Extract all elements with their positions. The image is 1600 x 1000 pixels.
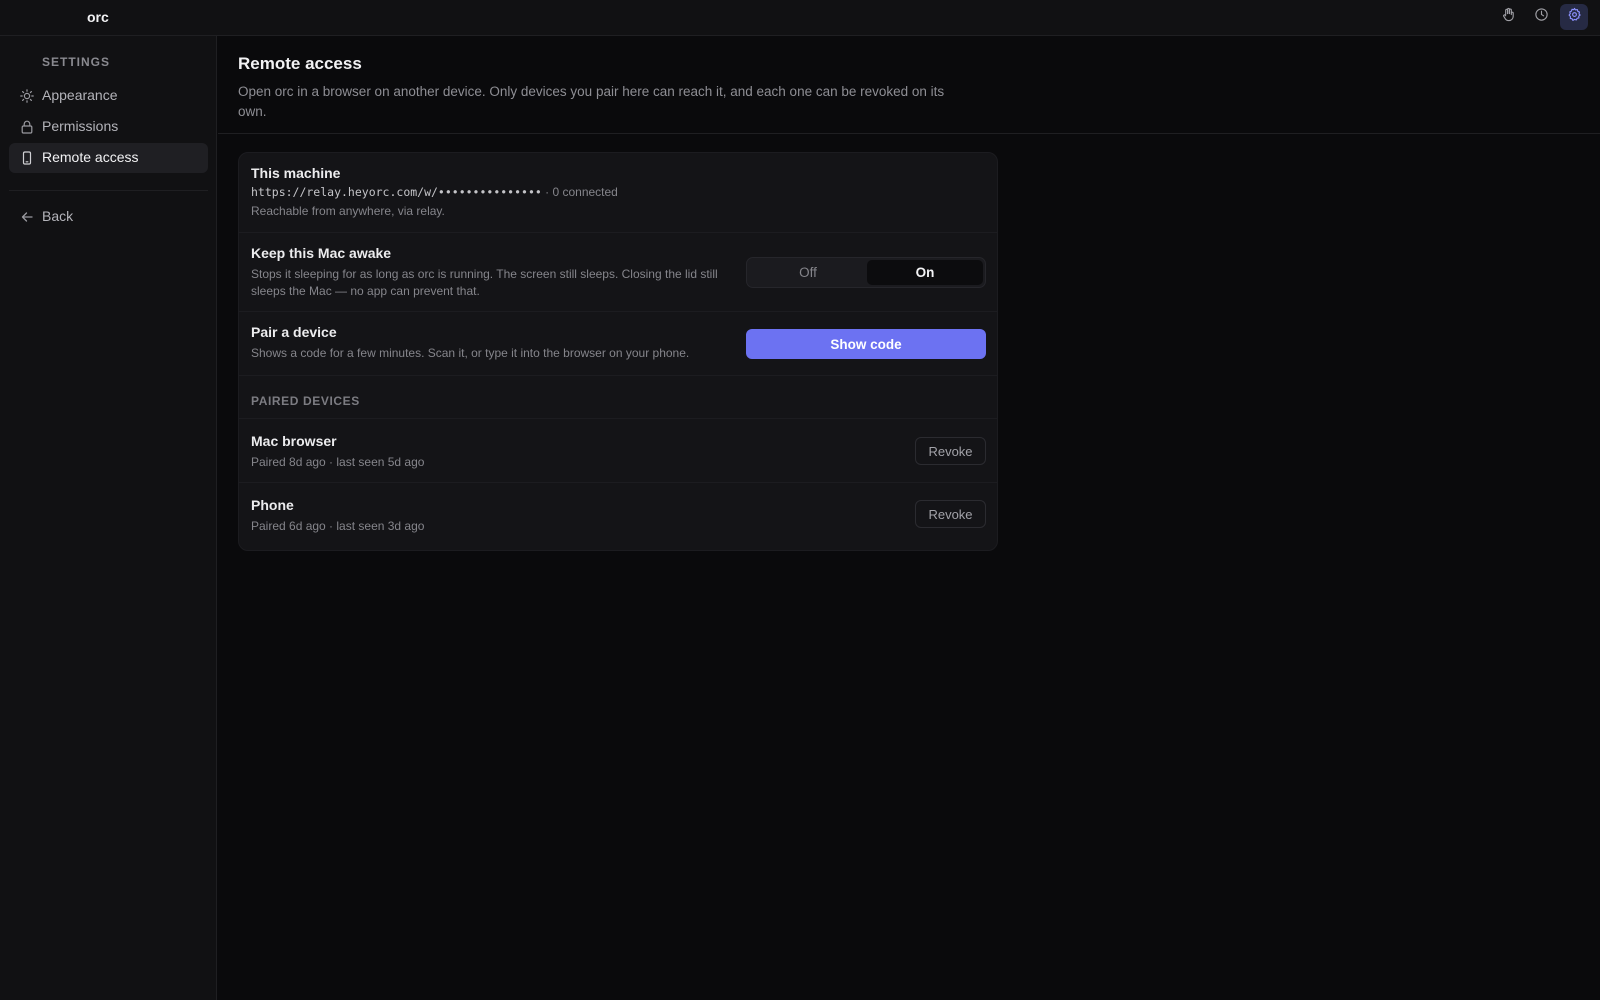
keep-awake-on[interactable]: On <box>867 260 983 285</box>
sidebar-item-permissions[interactable]: Permissions <box>9 112 208 142</box>
device-meta: Paired 8d ago · last seen 5d ago <box>251 455 425 469</box>
lock-icon <box>19 119 35 135</box>
page-title: Remote access <box>238 54 362 73</box>
keep-awake-off[interactable]: Off <box>750 260 866 285</box>
paired-devices-heading: PAIRED DEVICES <box>251 394 360 408</box>
keep-awake-row: Keep this Mac awake Stops it sleeping fo… <box>239 233 997 312</box>
list-item: Phone Paired 6d ago · last seen 3d ago R… <box>239 483 997 550</box>
pair-device-title: Pair a device <box>251 324 337 340</box>
sidebar: SETTINGS Appearance Permissions Remote a… <box>0 36 217 1000</box>
machine-title: This machine <box>251 165 341 181</box>
remote-access-card: This machine https://relay.heyorc.com/w/… <box>238 152 998 551</box>
page-description: Open orc in a browser on another device.… <box>238 84 945 119</box>
clock-icon <box>1534 7 1549 27</box>
revoke-button[interactable]: Revoke <box>915 437 986 465</box>
device-name: Mac browser <box>251 433 337 449</box>
relay-url[interactable]: https://relay.heyorc.com/w/•••••••••••••… <box>251 185 542 199</box>
sidebar-item-remote-access[interactable]: Remote access <box>9 143 208 173</box>
machine-reachable: Reachable from anywhere, via relay. <box>251 204 445 218</box>
pair-device-row: Pair a device Shows a code for a few min… <box>239 312 997 376</box>
sidebar-divider <box>9 190 208 191</box>
hand-button[interactable] <box>1494 4 1522 30</box>
keep-awake-title: Keep this Mac awake <box>251 245 392 261</box>
device-name: Phone <box>251 497 294 513</box>
header-divider <box>218 133 1600 134</box>
show-code-button[interactable]: Show code <box>746 329 986 359</box>
title-bar: orc <box>0 0 1600 36</box>
sidebar-item-label: Permissions <box>42 118 119 134</box>
arrow-left-icon <box>19 209 35 225</box>
pair-device-description: Shows a code for a few minutes. Scan it,… <box>251 346 690 360</box>
paired-devices-header: PAIRED DEVICES <box>239 376 997 419</box>
settings-button[interactable] <box>1560 4 1588 30</box>
sidebar-item-label: Appearance <box>42 87 118 103</box>
keep-awake-toggle: Off On <box>746 257 986 288</box>
connected-count: · 0 connected <box>545 185 618 199</box>
hand-icon <box>1501 7 1516 27</box>
device-meta: Paired 6d ago · last seen 3d ago <box>251 519 425 533</box>
gear-icon <box>1567 7 1582 27</box>
sidebar-item-label: Remote access <box>42 149 139 165</box>
sun-icon <box>19 88 35 104</box>
revoke-button[interactable]: Revoke <box>915 500 986 528</box>
history-button[interactable] <box>1527 4 1555 30</box>
back-label: Back <box>42 208 74 224</box>
keep-awake-description: Stops it sleeping for as long as orc is … <box>251 267 718 298</box>
app-name: orc <box>87 9 109 25</box>
sidebar-heading: SETTINGS <box>42 55 111 69</box>
page-header: Remote access Open orc in a browser on a… <box>238 54 958 122</box>
machine-url-line: https://relay.heyorc.com/w/•••••••••••••… <box>251 184 618 201</box>
sidebar-item-appearance[interactable]: Appearance <box>9 81 208 111</box>
machine-row: This machine https://relay.heyorc.com/w/… <box>239 153 997 233</box>
back-button[interactable]: Back <box>9 202 208 232</box>
phone-icon <box>19 150 35 166</box>
list-item: Mac browser Paired 8d ago · last seen 5d… <box>239 419 997 483</box>
